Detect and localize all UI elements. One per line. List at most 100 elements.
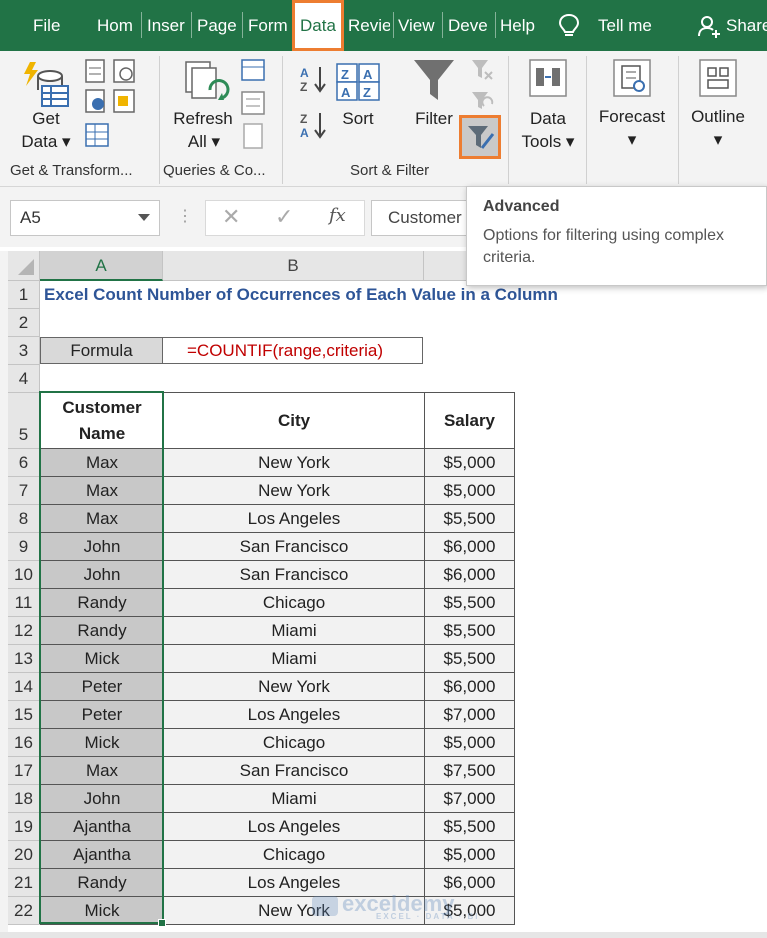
filter-button[interactable]: Filter bbox=[410, 109, 458, 129]
clear-filter-icon[interactable] bbox=[470, 58, 494, 82]
outline-label[interactable]: Outline bbox=[684, 107, 752, 127]
sort-descending-icon[interactable]: Z A bbox=[298, 110, 328, 140]
row-header[interactable]: 1 bbox=[8, 281, 40, 309]
filter-funnel-icon[interactable] bbox=[412, 58, 456, 104]
row-header[interactable]: 15 bbox=[8, 701, 40, 729]
cell-salary[interactable]: $5,000 bbox=[424, 476, 515, 505]
cell-salary[interactable]: $6,000 bbox=[424, 672, 515, 701]
cell-salary[interactable]: $5,000 bbox=[424, 448, 515, 477]
tell-me-search[interactable]: Tell me bbox=[598, 0, 668, 51]
cell-city[interactable]: Los Angeles bbox=[163, 504, 425, 533]
cell-customer-name[interactable]: Mick bbox=[40, 644, 164, 673]
cell-salary[interactable]: $7,000 bbox=[424, 700, 515, 729]
cell-city[interactable]: Miami bbox=[163, 616, 425, 645]
formula-bar-grip-icon[interactable]: ⋮ bbox=[177, 206, 193, 226]
cell-customer-name[interactable]: Max bbox=[40, 504, 164, 533]
cell-salary[interactable]: $5,000 bbox=[424, 840, 515, 869]
data-tools-icon[interactable] bbox=[528, 58, 568, 98]
advanced-filter-icon[interactable] bbox=[462, 118, 498, 156]
cell-salary[interactable]: $5,500 bbox=[424, 812, 515, 841]
cell-customer-name[interactable]: Randy bbox=[40, 616, 164, 645]
cell-salary[interactable]: $6,000 bbox=[424, 532, 515, 561]
header-salary[interactable]: Salary bbox=[424, 392, 515, 449]
cell-city[interactable]: San Francisco bbox=[163, 532, 425, 561]
row-header[interactable]: 20 bbox=[8, 841, 40, 869]
header-customer-name[interactable]: Customer Name bbox=[40, 392, 164, 449]
cell-city[interactable]: San Francisco bbox=[163, 756, 425, 785]
row-header[interactable]: 16 bbox=[8, 729, 40, 757]
cell-salary[interactable]: $5,500 bbox=[424, 616, 515, 645]
tab-insert[interactable]: Inser bbox=[141, 0, 187, 51]
tab-view[interactable]: View bbox=[393, 0, 439, 51]
tab-formulas[interactable]: Form bbox=[242, 0, 290, 51]
cell-city[interactable]: Los Angeles bbox=[163, 812, 425, 841]
cell-customer-name[interactable]: Max bbox=[40, 448, 164, 477]
row-header[interactable]: 3 bbox=[8, 337, 40, 365]
cell-customer-name[interactable]: Peter bbox=[40, 672, 164, 701]
forecast-label[interactable]: Forecast bbox=[596, 107, 668, 127]
cell-city[interactable]: New York bbox=[163, 476, 425, 505]
cell-city[interactable]: Chicago bbox=[163, 840, 425, 869]
tab-file[interactable]: File bbox=[33, 0, 73, 51]
cell-customer-name[interactable]: John bbox=[40, 532, 164, 561]
cell-city[interactable]: Miami bbox=[163, 784, 425, 813]
tab-developer[interactable]: Deve bbox=[442, 0, 492, 51]
refresh-all-label[interactable]: Refresh bbox=[170, 109, 236, 129]
forecast-icon[interactable] bbox=[612, 58, 652, 98]
cell-city[interactable]: Chicago bbox=[163, 588, 425, 617]
formula-label-cell[interactable]: Formula bbox=[40, 337, 163, 364]
get-transform-small-icons[interactable] bbox=[84, 58, 140, 150]
tab-help[interactable]: Help bbox=[495, 0, 541, 51]
data-tools-label[interactable]: Data bbox=[520, 109, 576, 129]
cell-salary[interactable]: $5,500 bbox=[424, 504, 515, 533]
cell-customer-name[interactable]: Mick bbox=[40, 896, 164, 925]
row-header[interactable]: 17 bbox=[8, 757, 40, 785]
cancel-formula-button[interactable]: ✕ bbox=[222, 204, 240, 230]
sort-icon[interactable]: Z A A Z bbox=[335, 62, 381, 102]
row-header[interactable]: 6 bbox=[8, 449, 40, 477]
row-header[interactable]: 14 bbox=[8, 673, 40, 701]
queries-connections-icons[interactable] bbox=[240, 58, 266, 152]
row-header[interactable]: 18 bbox=[8, 785, 40, 813]
header-city[interactable]: City bbox=[163, 392, 425, 449]
cell-salary[interactable]: $6,000 bbox=[424, 560, 515, 589]
data-tools-dropdown[interactable]: Tools ▾ bbox=[516, 132, 580, 152]
share-person-icon[interactable] bbox=[697, 14, 721, 38]
row-header[interactable]: 9 bbox=[8, 533, 40, 561]
advanced-filter-button[interactable] bbox=[459, 115, 501, 159]
sort-ascending-icon[interactable]: A Z bbox=[298, 64, 328, 94]
cell-salary[interactable]: $5,000 bbox=[424, 728, 515, 757]
outline-dropdown[interactable]: ▾ bbox=[704, 130, 732, 150]
refresh-all-icon[interactable] bbox=[182, 60, 230, 108]
column-header-a[interactable]: A bbox=[40, 251, 163, 281]
row-header[interactable]: 19 bbox=[8, 813, 40, 841]
cell-customer-name[interactable]: Mick bbox=[40, 728, 164, 757]
cell-customer-name[interactable]: Peter bbox=[40, 700, 164, 729]
cell-city[interactable]: Los Angeles bbox=[163, 700, 425, 729]
column-header-b[interactable]: B bbox=[163, 251, 424, 281]
get-data-icon[interactable] bbox=[20, 58, 72, 110]
refresh-all-dropdown[interactable]: All ▾ bbox=[180, 132, 228, 152]
row-header[interactable]: 2 bbox=[8, 309, 40, 337]
enter-formula-button[interactable]: ✓ bbox=[275, 204, 293, 230]
cell-city[interactable]: San Francisco bbox=[163, 560, 425, 589]
cell-customer-name[interactable]: Randy bbox=[40, 588, 164, 617]
tab-data[interactable]: Data bbox=[292, 0, 344, 51]
cell-city[interactable]: Miami bbox=[163, 644, 425, 673]
cell-customer-name[interactable]: Max bbox=[40, 756, 164, 785]
cell-city[interactable]: New York bbox=[163, 448, 425, 477]
cell-customer-name[interactable]: John bbox=[40, 784, 164, 813]
cell-salary[interactable]: $5,500 bbox=[424, 588, 515, 617]
sort-button[interactable]: Sort bbox=[338, 109, 378, 129]
get-data-dropdown[interactable]: Data ▾ bbox=[16, 132, 76, 152]
row-header[interactable]: 11 bbox=[8, 589, 40, 617]
cell-salary[interactable]: $7,500 bbox=[424, 756, 515, 785]
row-header[interactable]: 7 bbox=[8, 477, 40, 505]
formula-value-cell[interactable]: =COUNTIF(range,criteria) bbox=[162, 337, 423, 364]
cell-salary[interactable]: $5,500 bbox=[424, 644, 515, 673]
cell-city[interactable]: New York bbox=[163, 672, 425, 701]
fill-handle[interactable] bbox=[158, 919, 166, 927]
cell-customer-name[interactable]: Ajantha bbox=[40, 840, 164, 869]
lightbulb-icon[interactable] bbox=[558, 13, 580, 39]
forecast-dropdown[interactable]: ▾ bbox=[618, 130, 646, 150]
